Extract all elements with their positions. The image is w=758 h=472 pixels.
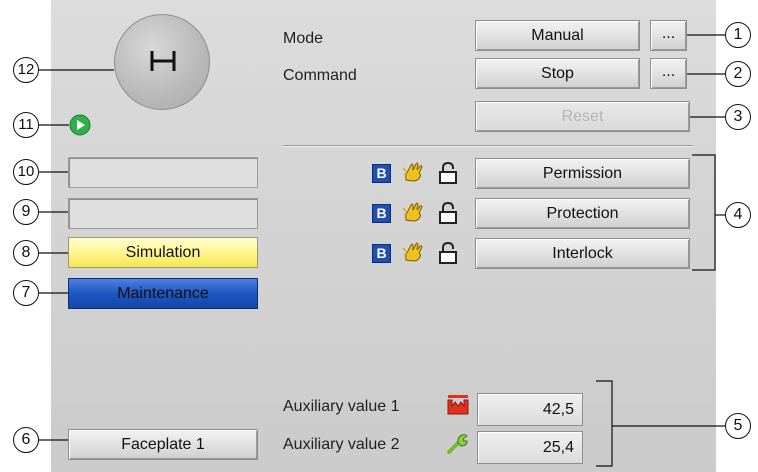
process-value-icon: [447, 395, 469, 415]
permission-button[interactable]: Permission: [475, 158, 690, 189]
interlock-button[interactable]: Interlock: [475, 238, 690, 269]
bypass-badge: B: [372, 244, 391, 263]
maintenance-indicator[interactable]: Maintenance: [68, 278, 258, 309]
auxiliary-value-2-label: Auxiliary value 2: [283, 436, 400, 453]
status-field-9: [68, 198, 258, 229]
hand-icon: [402, 162, 423, 182]
callout-9: 9: [13, 199, 39, 225]
unlocked-padlock-icon: [439, 242, 457, 264]
callout-5: 5: [725, 413, 751, 439]
callout-8: 8: [13, 240, 39, 266]
block-icon[interactable]: [114, 14, 210, 110]
command-button[interactable]: Stop: [475, 58, 640, 89]
faceplate-1-button[interactable]: Faceplate 1: [68, 429, 258, 460]
callout-10: 10: [13, 159, 39, 185]
auxiliary-value-1-field: 42,5: [477, 393, 583, 426]
command-more-button[interactable]: ...: [650, 58, 687, 89]
callout-1: 1: [725, 22, 751, 48]
callout-4: 4: [725, 202, 751, 228]
callout-6: 6: [13, 427, 39, 453]
mode-more-button[interactable]: ...: [650, 20, 687, 51]
command-label: Command: [283, 67, 357, 84]
simulation-indicator[interactable]: Simulation: [68, 237, 258, 268]
status-field-10: [68, 157, 258, 188]
mode-button[interactable]: Manual: [475, 20, 640, 51]
callout-3: 3: [725, 104, 751, 130]
unlocked-padlock-icon: [439, 202, 457, 224]
play-icon: [69, 114, 91, 136]
bypass-badge: B: [372, 204, 391, 223]
hand-icon: [402, 242, 423, 262]
auxiliary-value-2-field: 25,4: [477, 431, 583, 464]
valve-symbol-icon: [150, 51, 176, 71]
bypass-badge: B: [372, 164, 391, 183]
callout-7: 7: [13, 280, 39, 306]
wrench-icon: [447, 434, 468, 454]
reset-button[interactable]: Reset: [475, 101, 690, 132]
callout-12: 12: [13, 57, 39, 83]
protection-button[interactable]: Protection: [475, 198, 690, 229]
mode-label: Mode: [283, 30, 324, 47]
callout-2: 2: [725, 61, 751, 87]
divider: [283, 145, 693, 147]
unlocked-padlock-icon: [439, 162, 457, 184]
auxiliary-value-1-label: Auxiliary value 1: [283, 398, 400, 415]
hand-icon: [402, 202, 423, 222]
callout-11: 11: [13, 112, 39, 138]
